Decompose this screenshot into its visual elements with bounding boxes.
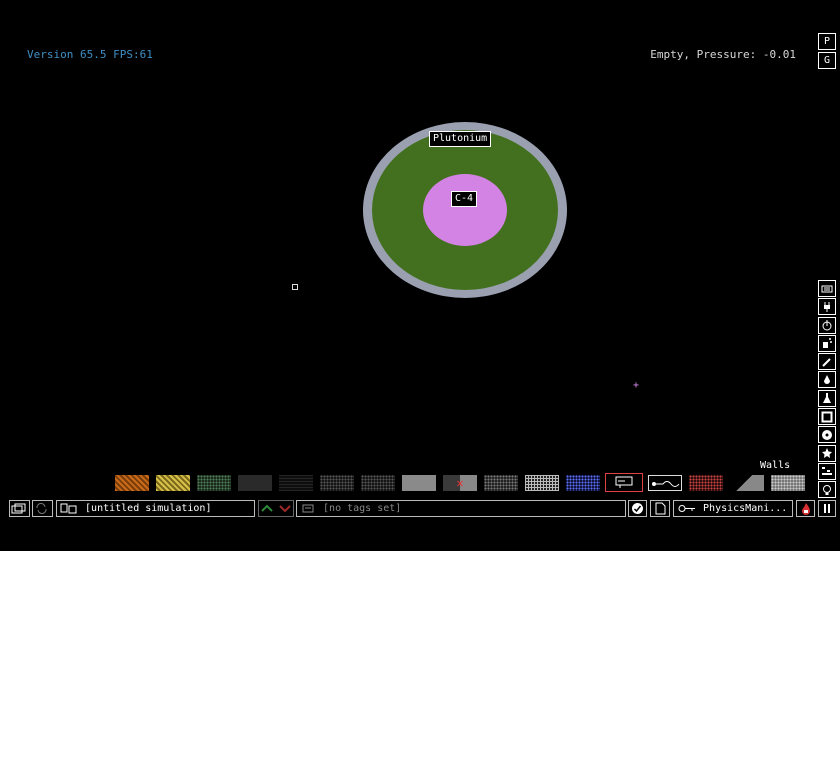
element-swatch[interactable]	[689, 475, 723, 491]
new-document-icon	[655, 502, 665, 514]
element-swatch[interactable]	[771, 475, 805, 491]
element-swatch[interactable]	[115, 475, 149, 491]
reload-button[interactable]	[32, 500, 53, 517]
report-button[interactable]	[628, 500, 647, 517]
element-swatch[interactable]	[238, 475, 272, 491]
simulation-canvas[interactable]: Plutonium C-4 +	[0, 0, 815, 465]
wall-icon[interactable]	[818, 408, 836, 426]
simulation-window: Version 65.5 FPS:61 Empty, Pressure: -0.…	[0, 0, 840, 551]
gear-dots-icon[interactable]	[818, 462, 836, 480]
vote-arrows-icon	[261, 504, 291, 512]
reload-icon	[36, 502, 47, 514]
username: PhysicsMani...	[703, 503, 788, 514]
selected-element-swatch[interactable]	[605, 473, 643, 492]
element-swatch[interactable]	[484, 475, 518, 491]
pipette-icon[interactable]	[818, 353, 836, 371]
power-icon[interactable]	[818, 316, 836, 334]
new-simulation-button[interactable]	[650, 500, 670, 517]
wire-swatch[interactable]	[648, 475, 682, 491]
bulb-icon[interactable]	[818, 481, 836, 499]
erase-wall-swatch[interactable]: ✕	[443, 475, 477, 491]
tags-button[interactable]: [no tags set]	[296, 500, 626, 517]
gravity-view-button[interactable]: G	[818, 52, 836, 69]
star-icon[interactable]	[818, 444, 836, 462]
pause-button[interactable]	[818, 500, 836, 517]
simulation-title: [untitled simulation]	[85, 503, 212, 514]
category-label: Walls	[760, 460, 791, 471]
element-swatch[interactable]	[361, 475, 395, 491]
brush-cursor	[292, 284, 298, 290]
key-icon	[678, 504, 695, 512]
plug-icon[interactable]	[818, 298, 836, 316]
element-swatch[interactable]	[566, 475, 600, 491]
vote-buttons	[258, 500, 294, 517]
spark-particle: +	[633, 380, 640, 391]
spray-icon[interactable]	[818, 334, 836, 352]
category-menu	[818, 280, 836, 500]
element-swatch[interactable]	[197, 475, 231, 491]
c4-label: C-4	[451, 191, 478, 207]
tag-icon	[302, 504, 314, 512]
c4-region	[423, 174, 507, 246]
wave-icon	[652, 481, 680, 487]
erase-x-icon: ✕	[456, 476, 464, 490]
open-simulation-button[interactable]	[9, 500, 30, 517]
settings-button[interactable]	[796, 500, 815, 517]
element-swatch[interactable]	[279, 475, 313, 491]
element-swatch[interactable]	[156, 475, 190, 491]
element-swatch[interactable]	[320, 475, 354, 491]
plutonium-label: Plutonium	[429, 131, 492, 147]
drop-icon[interactable]	[818, 371, 836, 389]
element-swatch[interactable]	[525, 475, 559, 491]
pause-icon	[824, 503, 830, 513]
keyboard-icon[interactable]	[818, 280, 836, 297]
detector-icon	[615, 476, 633, 488]
flask-icon[interactable]	[818, 389, 836, 407]
check-circle-icon	[632, 502, 643, 514]
element-swatch[interactable]	[402, 475, 436, 491]
save-title-button[interactable]: [untitled simulation]	[56, 500, 255, 517]
element-swatch[interactable]	[730, 475, 764, 491]
login-button[interactable]: PhysicsMani...	[673, 500, 793, 517]
save-icon	[60, 503, 77, 513]
tags-text: [no tags set]	[323, 503, 402, 514]
pause-view-button[interactable]: P	[818, 33, 836, 50]
fire-icon	[801, 502, 810, 515]
radiation-icon[interactable]	[818, 426, 836, 444]
folder-icon	[11, 503, 26, 513]
